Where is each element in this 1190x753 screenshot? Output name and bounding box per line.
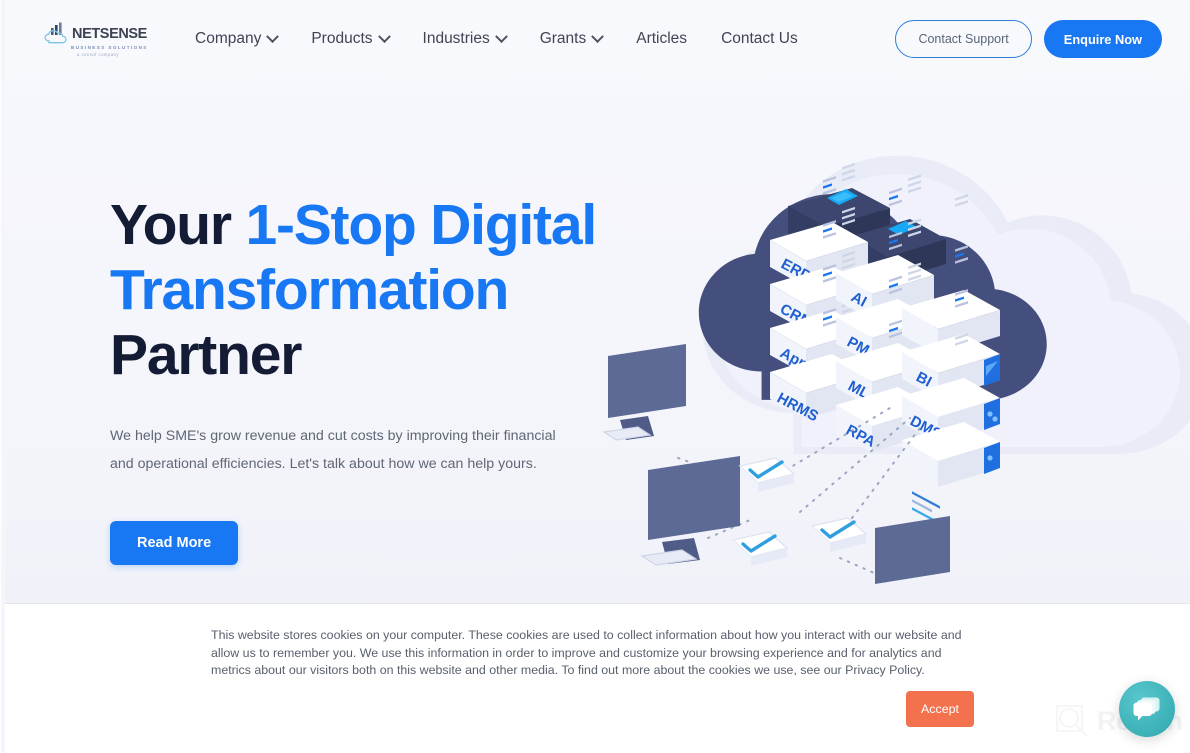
nav-label: Industries — [422, 30, 490, 47]
nav-label: Products — [311, 30, 373, 47]
enquire-now-button[interactable]: Enquire Now — [1043, 20, 1162, 58]
hero-copy: Your 1-Stop Digital Transformation Partne… — [110, 193, 670, 565]
cookie-consent-banner: This website stores cookies on your comp… — [0, 603, 1190, 753]
nav-item-grants[interactable]: Grants — [523, 22, 620, 56]
logo-row: NETSENSE — [44, 22, 147, 44]
nav-item-articles[interactable]: Articles — [619, 22, 704, 56]
hero-section: Your 1-Stop Digital Transformation Partne… — [0, 78, 1190, 603]
accept-cookies-button[interactable]: Accept — [906, 691, 974, 727]
device-monitor-3 — [875, 516, 950, 584]
header-actions: Contact Support Enquire Now — [895, 20, 1162, 58]
hero-illustration: ERP CRM App HRMS AI PM ML RPA BI DMS — [590, 88, 1190, 608]
headline-accent-1: 1-Stop Digital — [245, 193, 597, 257]
nav-label: Company — [195, 30, 262, 47]
headline-part-1: Your — [110, 193, 246, 257]
contact-support-button[interactable]: Contact Support — [895, 20, 1032, 58]
nav-item-products[interactable]: Products — [294, 22, 405, 56]
checkmark-badge-1 — [738, 457, 796, 492]
read-more-button[interactable]: Read More — [110, 520, 239, 565]
logo-wordmark: NETSENSE — [72, 26, 147, 42]
chevron-down-icon — [266, 29, 280, 43]
main-navigation: Company Products Industries Grants Artic… — [178, 22, 815, 56]
chat-bubbles-icon — [1132, 695, 1162, 723]
chevron-down-icon — [494, 29, 508, 43]
hero-subcopy: We help SME's grow revenue and cut costs… — [110, 427, 556, 473]
nav-item-contact-us[interactable]: Contact Us — [704, 22, 815, 56]
site-header: NETSENSE BUSINESS SOLUTIONS a censof com… — [0, 0, 1190, 78]
nav-item-industries[interactable]: Industries — [406, 22, 523, 56]
checkmark-badge-3 — [810, 517, 868, 552]
headline-accent-2: Transformation — [110, 257, 509, 322]
logo-tagline: a censof company — [77, 51, 119, 57]
nav-label: Articles — [636, 30, 688, 47]
logo-subtitle: BUSINESS SOLUTIONS — [71, 44, 148, 50]
chevron-down-icon — [377, 29, 391, 43]
nav-item-company[interactable]: Company — [178, 22, 294, 56]
chevron-down-icon — [591, 29, 605, 43]
checkmark-badge-2 — [731, 531, 789, 566]
page-root: NETSENSE BUSINESS SOLUTIONS a censof com… — [0, 0, 1190, 753]
nav-label: Contact Us — [721, 30, 798, 47]
chat-widget-button[interactable] — [1119, 681, 1175, 737]
cookie-consent-text: This website stores cookies on your comp… — [211, 628, 962, 678]
headline-part-2: Partner — [110, 322, 302, 387]
site-logo[interactable]: NETSENSE BUSINESS SOLUTIONS a censof com… — [44, 22, 148, 57]
nav-label: Grants — [539, 30, 587, 47]
netsense-cloud-chart-icon — [44, 22, 70, 44]
page-title: Your 1-Stop Digital Transformation Partne… — [110, 193, 670, 388]
